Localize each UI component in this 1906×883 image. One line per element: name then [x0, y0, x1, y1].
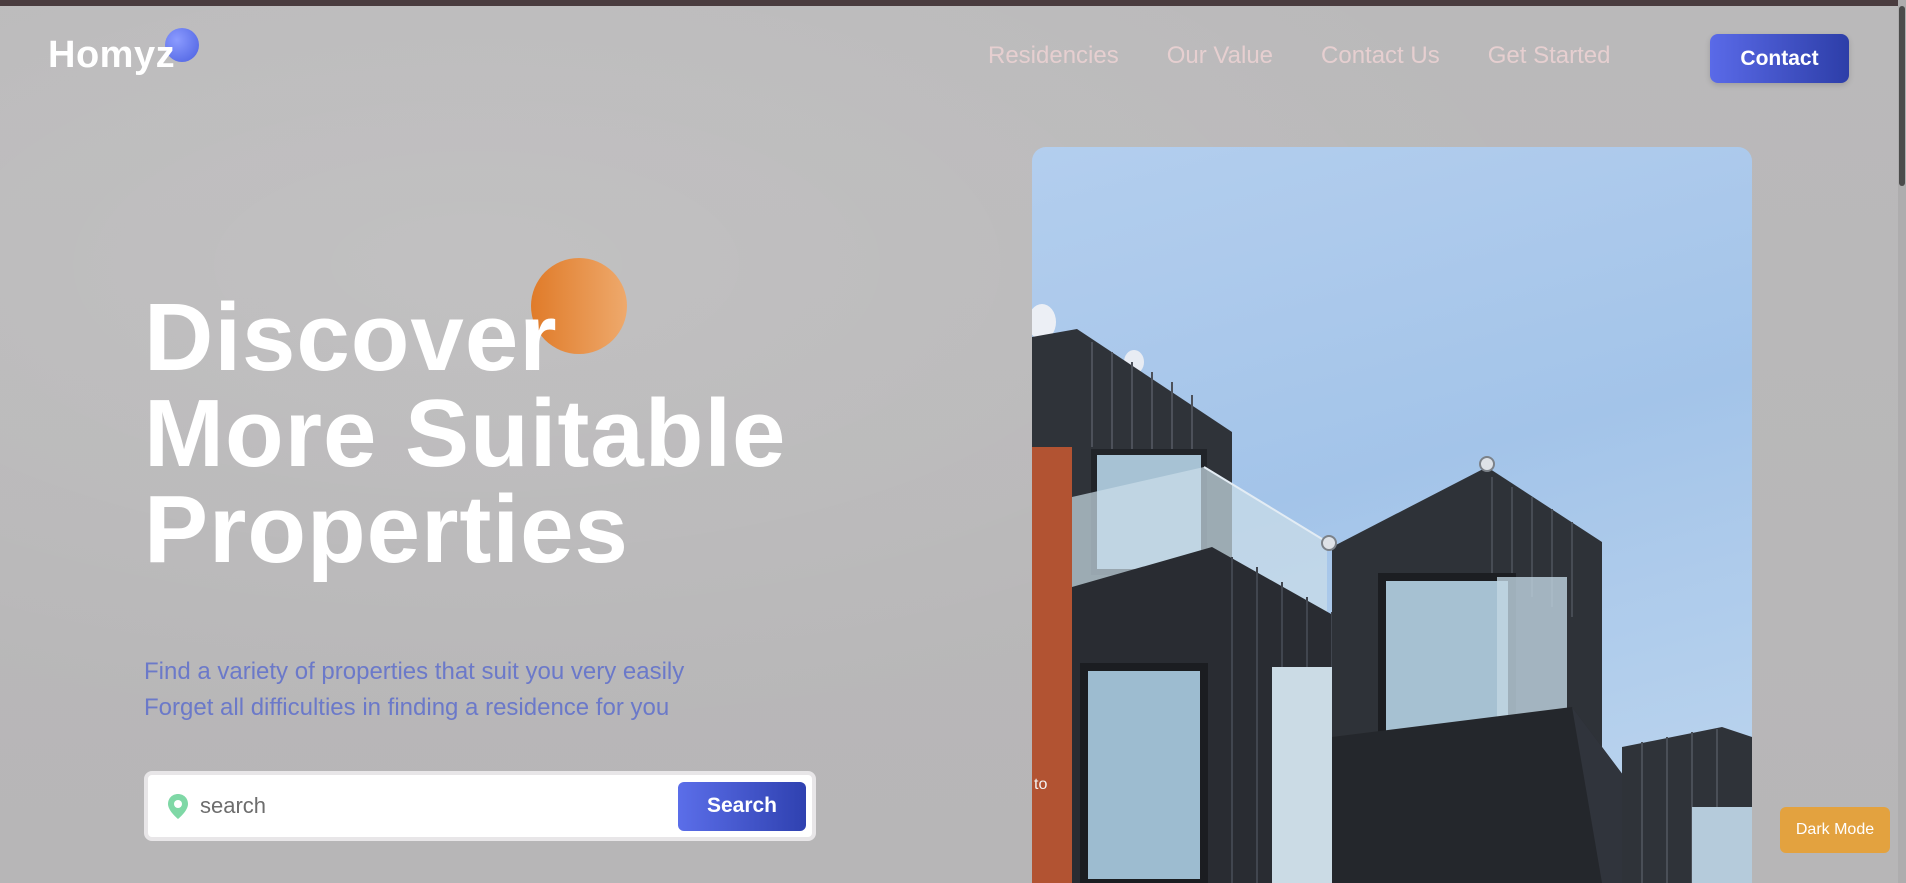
nav-item-residencies[interactable]: Residencies [988, 42, 1119, 70]
hero-subtitle-line-2: Forget all difficulties in finding a res… [144, 694, 670, 721]
contact-button[interactable]: Contact [1710, 34, 1849, 83]
main-nav: Residencies Our Value Contact Us Get Sta… [988, 42, 1658, 70]
nav-item-get-started[interactable]: Get Started [1488, 42, 1611, 70]
top-border [0, 0, 1906, 6]
hero-subtitle: Find a variety of properties that suit y… [144, 654, 684, 726]
hero-title-line-2: More Suitable [144, 380, 787, 487]
hero-subtitle-line-1: Find a variety of properties that suit y… [144, 658, 685, 685]
dark-mode-toggle[interactable]: Dark Mode [1780, 807, 1890, 853]
scrollbar-thumb[interactable] [1899, 6, 1905, 186]
photo-overlay-text: to [1034, 776, 1048, 793]
hero-title: Discover More Suitable Properties [144, 290, 786, 578]
nav-item-contact-us[interactable]: Contact Us [1321, 42, 1440, 70]
hero-title-line-1: Discover [144, 284, 558, 391]
brand-logo[interactable]: Homyz [48, 34, 175, 77]
hero-title-line-3: Properties [144, 476, 629, 583]
search-button[interactable]: Search [678, 781, 806, 831]
building-photo [1032, 147, 1752, 883]
search-input[interactable] [198, 792, 678, 820]
location-pin-icon [164, 792, 192, 820]
nav-item-our-value[interactable]: Our Value [1167, 42, 1273, 70]
search-bar: Search [144, 771, 816, 841]
